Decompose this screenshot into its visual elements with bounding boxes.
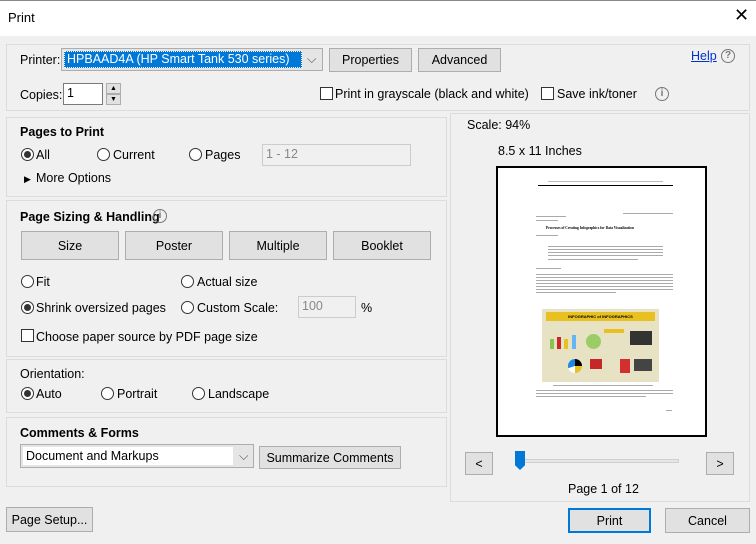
next-page-button[interactable]: >	[706, 452, 734, 475]
poster-button[interactable]: Poster	[125, 231, 223, 260]
scale-label: Scale: 94%	[467, 118, 531, 132]
portrait-label: Portrait	[117, 387, 158, 401]
page-preview: Processes of Creating Infographics for D…	[496, 166, 707, 437]
info-icon[interactable]: i	[655, 87, 669, 101]
fit-label: Fit	[36, 275, 50, 289]
orientation-title: Orientation:	[20, 367, 85, 381]
comments-title: Comments & Forms	[20, 426, 139, 440]
save-ink-label: Save ink/toner	[557, 87, 637, 101]
close-icon[interactable]: ✕	[734, 6, 749, 24]
percent-label: %	[361, 301, 373, 315]
landscape-radio[interactable]	[192, 387, 205, 400]
print-button[interactable]: Print	[568, 508, 651, 533]
portrait-radio[interactable]	[101, 387, 114, 400]
all-radio[interactable]	[21, 148, 34, 161]
auto-label: Auto	[36, 387, 62, 401]
multiple-button[interactable]: Multiple	[229, 231, 327, 260]
window-title: Print	[8, 10, 35, 25]
size-button[interactable]: Size	[21, 231, 119, 260]
grayscale-checkbox[interactable]	[320, 87, 333, 100]
all-label: All	[36, 148, 50, 162]
shrink-radio[interactable]	[21, 301, 34, 314]
copies-up-button[interactable]: ▲	[106, 83, 121, 94]
help-link[interactable]: Help	[691, 49, 717, 63]
actual-size-radio[interactable]	[181, 275, 194, 288]
more-options-toggle[interactable]: More Options	[36, 171, 111, 185]
help-icon[interactable]: ?	[721, 49, 735, 63]
paper-size-label: 8.5 x 11 Inches	[498, 144, 582, 158]
copies-input[interactable]: 1	[63, 83, 103, 105]
printer-selected-value: HPBAAD4A (HP Smart Tank 530 series)	[64, 51, 302, 68]
custom-scale-radio[interactable]	[181, 301, 194, 314]
page-status: Page 1 of 12	[568, 482, 639, 496]
infographic-image: INFOGRAPHIC of INFOGRAPHICS	[542, 309, 659, 382]
title-bar: Print ✕	[0, 0, 756, 36]
page-range-input[interactable]: 1 - 12	[262, 144, 411, 166]
custom-scale-label: Custom Scale:	[197, 301, 279, 315]
booklet-button[interactable]: Booklet	[333, 231, 431, 260]
infographic-title: INFOGRAPHIC of INFOGRAPHICS	[546, 312, 655, 321]
fit-radio[interactable]	[21, 275, 34, 288]
chevron-down-icon: ⌵	[307, 52, 317, 66]
paper-source-checkbox[interactable]	[21, 329, 34, 342]
auto-radio[interactable]	[21, 387, 34, 400]
pages-title: Pages to Print	[20, 125, 105, 139]
pages-radio[interactable]	[189, 148, 202, 161]
preview-doc-title: Processes of Creating Infographics for D…	[546, 226, 634, 230]
comments-selected-value: Document and Markups	[23, 447, 233, 465]
prev-page-button[interactable]: <	[465, 452, 493, 475]
info-icon[interactable]: i	[153, 209, 167, 223]
grayscale-label: Print in grayscale (black and white)	[335, 87, 529, 101]
printer-label: Printer:	[20, 53, 61, 67]
pages-label: Pages	[205, 148, 241, 162]
save-ink-checkbox[interactable]	[541, 87, 554, 100]
properties-button[interactable]: Properties	[329, 48, 412, 72]
page-setup-button[interactable]: Page Setup...	[6, 507, 93, 532]
page-slider-track[interactable]	[520, 459, 679, 463]
custom-scale-input[interactable]: 100	[298, 296, 356, 318]
sizing-title: Page Sizing & Handling	[20, 210, 160, 224]
cancel-button[interactable]: Cancel	[665, 508, 750, 533]
paper-source-label: Choose paper source by PDF page size	[36, 330, 258, 344]
actual-size-label: Actual size	[197, 275, 258, 289]
printer-select[interactable]: HPBAAD4A (HP Smart Tank 530 series) ⌵	[61, 48, 323, 71]
landscape-label: Landscape	[208, 387, 270, 401]
summarize-comments-button[interactable]: Summarize Comments	[259, 446, 401, 469]
current-radio[interactable]	[97, 148, 110, 161]
chevron-down-icon: ⌵	[239, 449, 249, 463]
shrink-label: Shrink oversized pages	[36, 301, 166, 315]
comments-select[interactable]: Document and Markups ⌵	[20, 444, 254, 468]
copies-label: Copies:	[20, 88, 63, 102]
current-label: Current	[113, 148, 155, 162]
advanced-button[interactable]: Advanced	[418, 48, 501, 72]
expand-triangle-icon[interactable]: ▶	[24, 172, 31, 186]
copies-down-button[interactable]: ▼	[106, 94, 121, 105]
